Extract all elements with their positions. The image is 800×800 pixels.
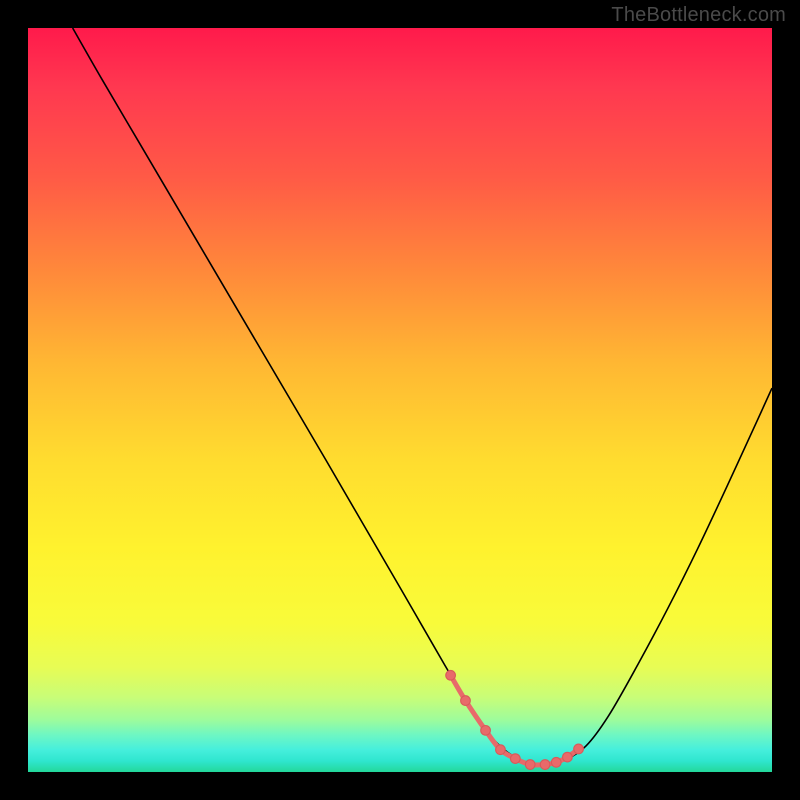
chart-frame: TheBottleneck.com	[0, 0, 800, 800]
watermark-text: TheBottleneck.com	[611, 4, 786, 27]
optimal-range-marker	[563, 752, 573, 762]
optimal-range-marker	[446, 670, 456, 680]
optimal-range-marker	[525, 760, 535, 770]
optimal-range-marker	[481, 726, 491, 736]
optimal-range-marker	[574, 744, 584, 754]
optimal-range-marker	[461, 696, 471, 706]
bottleneck-curve-svg	[28, 28, 772, 772]
optimal-range-marker	[510, 754, 520, 764]
optimal-range-markers	[446, 670, 584, 769]
optimal-range-marker	[540, 760, 550, 770]
optimal-range-line	[451, 675, 579, 765]
bottleneck-curve-path	[73, 28, 772, 765]
optimal-range-marker	[496, 745, 506, 755]
plot-area	[28, 28, 772, 772]
optimal-range-marker	[551, 757, 561, 767]
